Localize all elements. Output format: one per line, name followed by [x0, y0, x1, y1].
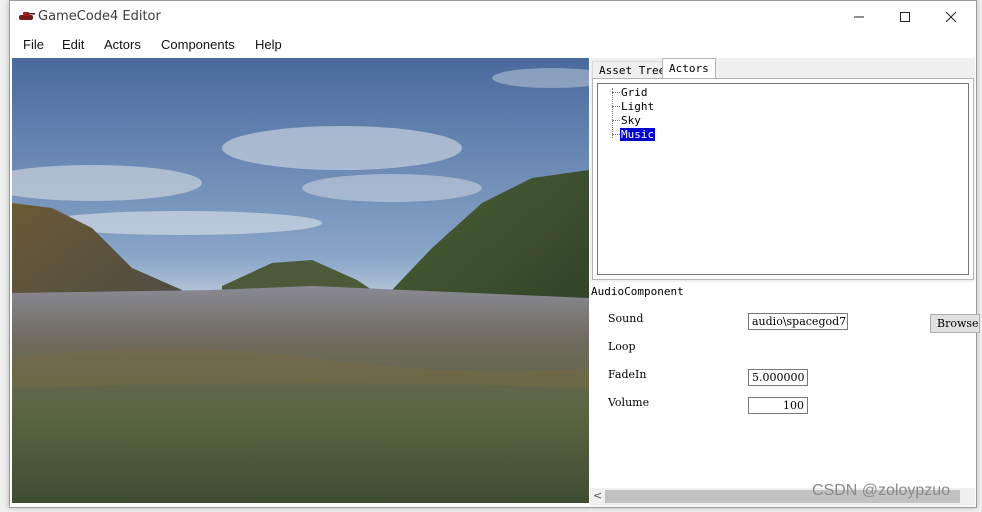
volume-field[interactable]: 100: [748, 397, 808, 414]
actors-tab-panel: Grid Light Sky Music: [592, 78, 974, 280]
side-panel: Asset Tree Actors Grid Light Sky Music A…: [590, 58, 980, 506]
tab-actors[interactable]: Actors: [662, 58, 716, 79]
fadein-label: FadeIn: [608, 368, 647, 381]
menu-help[interactable]: Help: [255, 37, 282, 52]
menu-file[interactable]: File: [23, 37, 44, 52]
actor-tree[interactable]: Grid Light Sky Music: [597, 83, 969, 275]
loop-label: Loop: [608, 340, 636, 353]
properties-panel: AudioComponent Sound audio\spacegod7- Br…: [590, 282, 980, 488]
tree-connector: [612, 120, 620, 121]
close-button[interactable]: [928, 1, 974, 32]
minimize-button[interactable]: [836, 1, 882, 32]
volume-label: Volume: [608, 396, 650, 409]
component-title: AudioComponent: [591, 285, 684, 298]
browse-button[interactable]: Browse: [930, 314, 980, 333]
menu-actors[interactable]: Actors: [104, 37, 141, 52]
scroll-left-icon[interactable]: <: [593, 489, 602, 502]
sound-field[interactable]: audio\spacegod7-: [748, 313, 848, 330]
tree-item-music[interactable]: Music: [618, 127, 657, 142]
tree-connector: [612, 92, 620, 93]
tab-strip: Asset Tree Actors: [590, 58, 975, 79]
tree-connector: [612, 134, 620, 135]
maximize-button[interactable]: [882, 1, 928, 32]
tree-connector: [612, 88, 613, 138]
maximize-icon: [900, 11, 910, 22]
csdn-watermark: CSDN @zoloypzuo: [812, 482, 951, 499]
menu-edit[interactable]: Edit: [62, 37, 84, 52]
editor-window: GameCode4 Editor File Edit Actors Compon…: [9, 0, 980, 508]
tree-item-light[interactable]: Light: [620, 100, 655, 113]
tree-item-grid[interactable]: Grid: [620, 86, 649, 99]
tree-connector: [612, 106, 620, 107]
menu-components[interactable]: Components: [161, 37, 235, 52]
window-title: GameCode4 Editor: [38, 9, 161, 24]
tab-asset-tree[interactable]: Asset Tree: [592, 61, 673, 79]
scene-viewport[interactable]: [12, 58, 589, 503]
app-tank-icon: [19, 12, 35, 20]
tree-item-sky[interactable]: Sky: [620, 114, 642, 127]
fadein-field[interactable]: 5.000000: [748, 369, 808, 386]
menu-bar: File Edit Actors Components Help: [10, 32, 976, 57]
minimize-icon: [854, 16, 864, 17]
sound-label: Sound: [608, 312, 644, 325]
close-icon: [946, 11, 956, 22]
terrain-scene: [12, 58, 589, 503]
title-bar: GameCode4 Editor: [10, 1, 976, 32]
